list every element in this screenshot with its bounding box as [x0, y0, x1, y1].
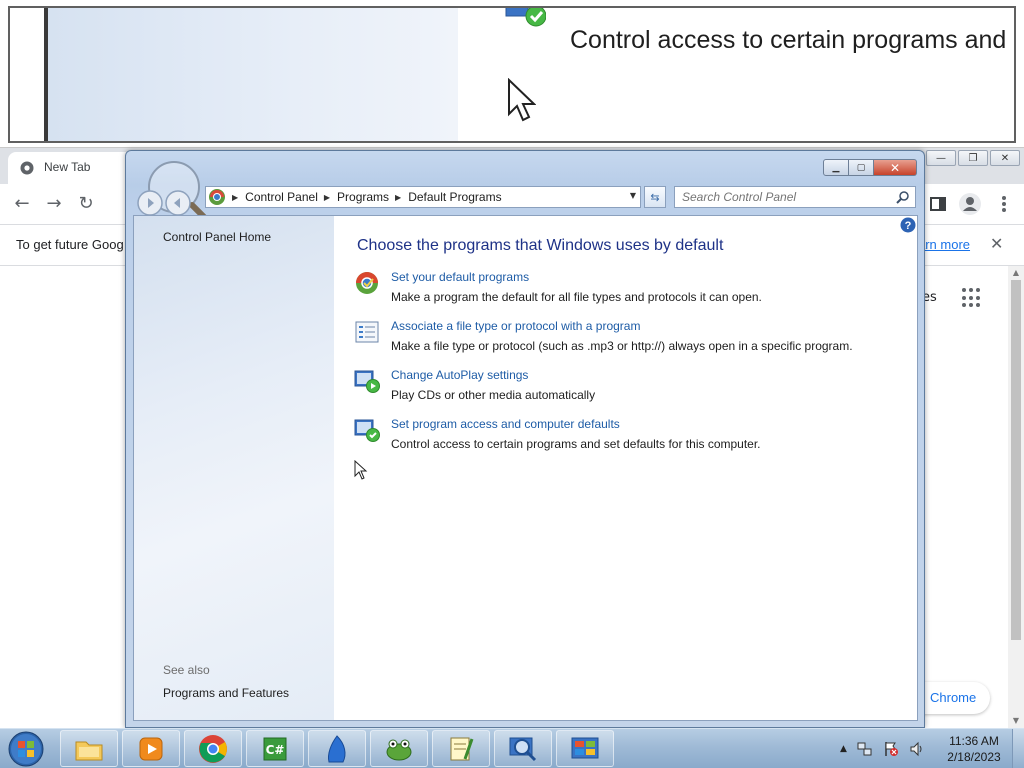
- magnifier-window: Control access to certain programs and s…: [0, 0, 1024, 148]
- task-description: Play CDs or other media automatically: [391, 388, 596, 402]
- cp-caption-buttons: ▁ ▢ ✕: [823, 159, 917, 176]
- set-default-programs-link[interactable]: Set your default programs: [391, 270, 529, 284]
- task-description: Make a file type or protocol (such as .m…: [391, 339, 853, 353]
- task-program-access: Set program access and computer defaults…: [354, 417, 914, 461]
- taskbar: C# ▲ 11:36 AM 2/18/2023: [0, 728, 1024, 768]
- breadcrumb-programs[interactable]: Programs: [337, 190, 389, 204]
- profile-avatar-icon[interactable]: [958, 192, 982, 216]
- system-tray: ▲: [840, 729, 925, 768]
- google-apps-icon[interactable]: [962, 288, 982, 308]
- show-hidden-icons-icon[interactable]: ▲: [840, 744, 847, 754]
- cp-left-pane: Control Panel Home See also Programs and…: [134, 216, 334, 720]
- chrome-icon: [199, 734, 227, 763]
- breadcrumb-arrow-icon[interactable]: ▶: [232, 193, 238, 202]
- programs-and-features-link[interactable]: Programs and Features: [163, 686, 289, 700]
- magnifier-view: Control access to certain programs and s…: [8, 6, 1016, 143]
- change-autoplay-link[interactable]: Change AutoPlay settings: [391, 368, 528, 382]
- network-icon[interactable]: [857, 741, 873, 757]
- cp-main-pane: Choose the programs that Windows uses by…: [334, 216, 917, 720]
- taskbar-control-panel[interactable]: [556, 730, 614, 767]
- forward-arrow-icon[interactable]: →: [42, 192, 66, 216]
- back-arrow-icon[interactable]: ←: [10, 192, 34, 216]
- task-set-default-programs: Set your default programs Make a program…: [354, 270, 914, 314]
- program-access-icon: [354, 419, 380, 442]
- task-description: Control access to certain programs and s…: [391, 437, 761, 451]
- show-desktop-button[interactable]: [1012, 729, 1024, 768]
- breadcrumb-arrow-icon[interactable]: ▶: [395, 193, 401, 202]
- action-center-flag-icon[interactable]: [883, 741, 899, 757]
- volume-icon[interactable]: [909, 741, 925, 757]
- clock-time: 11:36 AM: [949, 734, 999, 748]
- default-programs-icon: [356, 272, 378, 294]
- task-description: Make a program the default for all file …: [391, 290, 762, 304]
- taskbar-magnifier[interactable]: [494, 730, 552, 767]
- control-panel-icon: [571, 737, 599, 758]
- page-title: Choose the programs that Windows uses by…: [357, 237, 724, 254]
- infobar-text: To get future Goog: [16, 237, 124, 252]
- taskbar-notepad[interactable]: [432, 730, 490, 767]
- clock-date: 2/18/2023: [947, 750, 1001, 764]
- address-bar[interactable]: ▶ Control Panel ▶ Programs ▶ Default Pro…: [205, 186, 641, 208]
- taskbar-app-blue[interactable]: [308, 730, 366, 767]
- task-associate-file-type: Associate a file type or protocol with a…: [354, 319, 914, 363]
- breadcrumb-arrow-icon[interactable]: ▶: [324, 193, 330, 202]
- set-program-access-link[interactable]: Set program access and computer defaults: [391, 417, 620, 431]
- file-association-icon: [355, 321, 379, 343]
- cp-minimize-button[interactable]: ▁: [823, 159, 849, 176]
- control-panel-window: ▁ ▢ ✕ ▶ Control Panel ▶ Programs ▶ Defau…: [125, 150, 925, 728]
- chrome-restore-button[interactable]: ❐: [958, 150, 988, 166]
- csharp-icon: C#: [263, 737, 287, 760]
- chrome-minimize-button[interactable]: —: [926, 150, 956, 166]
- frog-icon: [386, 739, 412, 760]
- cp-content: Control Panel Home See also Programs and…: [133, 215, 918, 721]
- zoom-sidebar: [48, 8, 458, 141]
- chrome-logo-icon: [20, 161, 34, 175]
- chrome-close-button[interactable]: ✕: [990, 150, 1020, 166]
- autoplay-icon: [354, 370, 380, 393]
- reload-icon[interactable]: ↻: [74, 192, 98, 216]
- taskbar-chrome[interactable]: [184, 730, 242, 767]
- side-panel-icon[interactable]: [926, 192, 950, 216]
- zoom-cursor-icon: [508, 78, 536, 122]
- magnifier-icon: [509, 737, 537, 761]
- notepad-icon: [450, 737, 474, 760]
- control-panel-home-link[interactable]: Control Panel Home: [163, 230, 271, 244]
- scroll-down-icon[interactable]: ▼: [1011, 716, 1021, 726]
- search-box[interactable]: [674, 186, 916, 208]
- associate-file-type-link[interactable]: Associate a file type or protocol with a…: [391, 319, 640, 333]
- program-access-icon: [505, 8, 546, 27]
- taskbar-clock[interactable]: 11:36 AM 2/18/2023: [943, 733, 1005, 765]
- control-panel-icon: [209, 189, 225, 205]
- search-icon[interactable]: [896, 190, 910, 204]
- see-also-heading: See also: [163, 663, 210, 677]
- search-input[interactable]: [675, 187, 890, 207]
- chrome-scrollbar[interactable]: ▲ ▼: [1008, 266, 1024, 728]
- refresh-icon[interactable]: ⇆: [644, 186, 666, 208]
- address-dropdown-icon[interactable]: ▼: [630, 191, 636, 200]
- cp-close-button[interactable]: ✕: [874, 159, 917, 176]
- start-button[interactable]: [4, 730, 48, 768]
- blue-sail-icon: [328, 734, 346, 762]
- scroll-thumb[interactable]: [1011, 280, 1021, 640]
- infobar-learn-more-link[interactable]: arn more: [918, 237, 970, 252]
- task-change-autoplay: Change AutoPlay settings Play CDs or oth…: [354, 368, 914, 412]
- infobar-close-icon[interactable]: ✕: [990, 234, 1003, 253]
- breadcrumb-control-panel[interactable]: Control Panel: [245, 190, 318, 204]
- chrome-caption-buttons: — ❐ ✕: [926, 150, 1020, 166]
- scroll-up-icon[interactable]: ▲: [1011, 268, 1021, 278]
- taskbar-file-explorer[interactable]: [60, 730, 118, 767]
- chrome-tab-label: New Tab: [44, 160, 91, 174]
- taskbar-app-frog[interactable]: [370, 730, 428, 767]
- taskbar-media-player[interactable]: [122, 730, 180, 767]
- media-player-icon: [139, 737, 163, 760]
- mouse-cursor-icon: [354, 460, 368, 480]
- cp-maximize-button[interactable]: ▢: [849, 159, 874, 176]
- taskbar-csharp-editor[interactable]: C#: [246, 730, 304, 767]
- chrome-menu-icon[interactable]: [992, 192, 1016, 216]
- breadcrumb-default-programs[interactable]: Default Programs: [408, 190, 501, 204]
- svg-text:C#: C#: [266, 743, 285, 757]
- folder-icon: [75, 741, 103, 760]
- zoom-text: Control access to certain programs and s…: [570, 26, 1016, 54]
